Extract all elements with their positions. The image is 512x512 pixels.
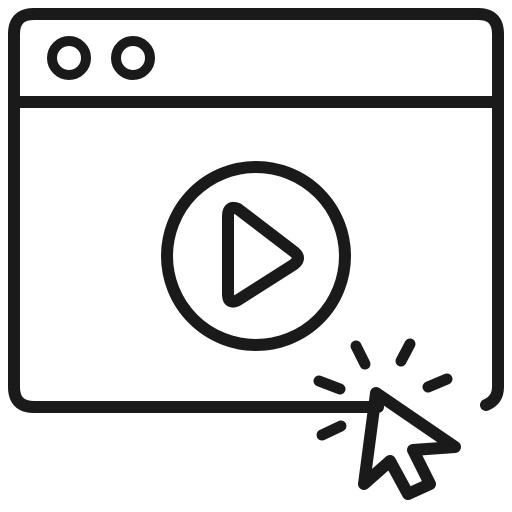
click-ray-left (313, 375, 346, 395)
play-triangle-icon (222, 201, 304, 308)
window-dot-right (111, 36, 155, 80)
video-player-click-icon (8, 8, 504, 500)
mouse-pointer-arrow (358, 387, 461, 500)
window-dot-left (47, 36, 91, 80)
mouse-pointer-icon (358, 387, 461, 500)
click-ray-top-right (395, 338, 416, 367)
video-click-icon-canvas (0, 0, 512, 512)
click-ray-right (422, 373, 453, 393)
window-control-dots-icon (47, 36, 155, 80)
play-button-icon (161, 161, 351, 351)
click-ray-bottom-left (316, 420, 347, 441)
click-ray-top-left (350, 340, 371, 370)
play-button-circle (161, 161, 351, 351)
